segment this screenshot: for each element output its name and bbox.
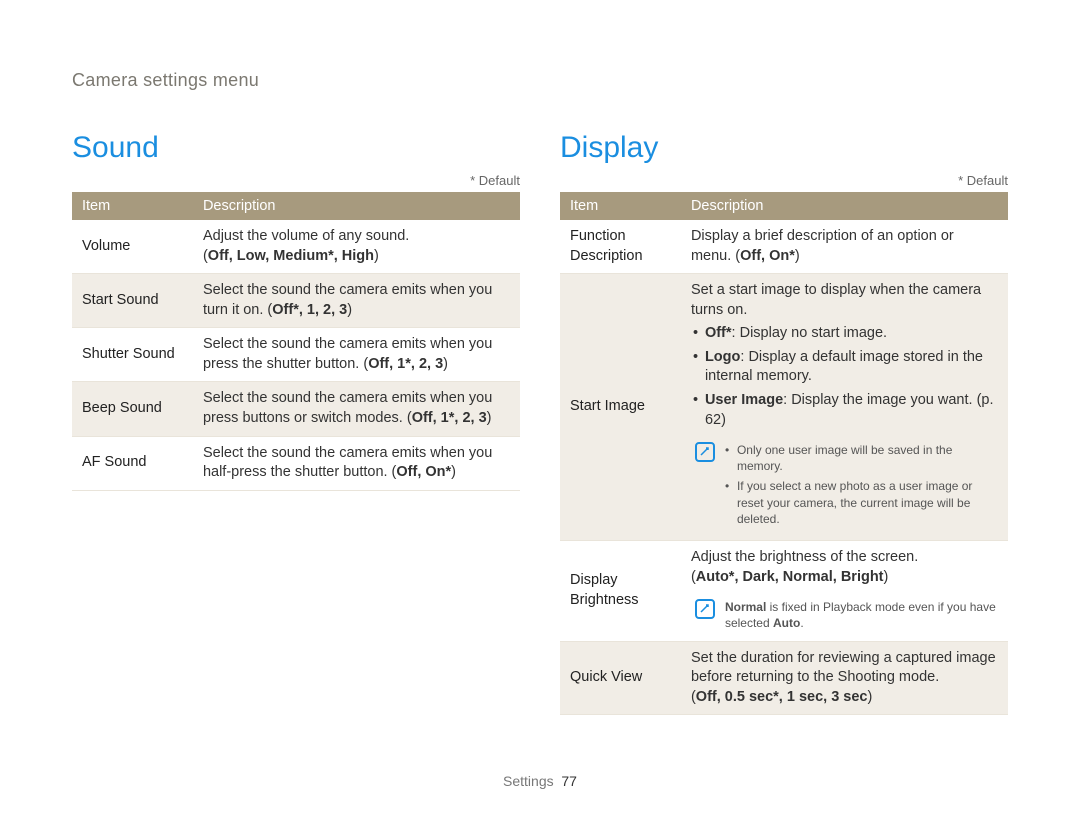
options: Off, 0.5 sec*, 1 sec, 3 sec	[696, 689, 868, 705]
display-column: Display * Default Item Description Funct…	[560, 131, 1008, 715]
note-text: is fixed in Playback mode even if you ha…	[725, 600, 996, 630]
table-row: Start Image Set a start image to display…	[560, 274, 1008, 541]
note-item: Only one user image will be saved in the…	[725, 442, 998, 474]
note-bold: Normal	[725, 600, 766, 614]
note-text: .	[800, 616, 803, 630]
display-table: Item Description Function Description Di…	[560, 192, 1008, 715]
note-item: If you select a new photo as a user imag…	[725, 478, 998, 527]
item-label: Quick View	[560, 641, 681, 715]
desc-text: Display a brief description of an option…	[691, 228, 954, 264]
item-label: Volume	[72, 220, 193, 274]
option-label: User Image	[705, 392, 783, 408]
opts-close: )	[884, 569, 889, 585]
item-label: Function Description	[560, 220, 681, 274]
item-desc: Set the duration for reviewing a capture…	[681, 641, 1008, 715]
item-desc: Adjust the brightness of the screen. (Au…	[681, 541, 1008, 642]
table-row: Function Description Display a brief des…	[560, 220, 1008, 274]
default-note-left: * Default	[72, 173, 520, 188]
sound-table: Item Description Volume Adjust the volum…	[72, 192, 520, 491]
display-heading: Display	[560, 131, 1008, 165]
options: Off, Low, Medium*, High	[208, 248, 374, 264]
item-label: Start Image	[560, 274, 681, 541]
note-icon	[695, 599, 715, 619]
table-row: Display Brightness Adjust the brightness…	[560, 541, 1008, 642]
opts-close: )	[487, 410, 492, 426]
sound-column: Sound * Default Item Description Volume …	[72, 131, 520, 715]
opts-close: )	[795, 248, 800, 264]
col-header-desc: Description	[681, 192, 1008, 220]
table-row: AF Sound Select the sound the camera emi…	[72, 436, 520, 490]
note-icon	[695, 442, 715, 462]
item-desc: Select the sound the camera emits when y…	[193, 274, 520, 328]
col-header-item: Item	[72, 192, 193, 220]
table-row: Shutter Sound Select the sound the camer…	[72, 328, 520, 382]
item-desc: Display a brief description of an option…	[681, 220, 1008, 274]
col-header-desc: Description	[193, 192, 520, 220]
option-text: : Display a default image stored in the …	[705, 349, 983, 385]
list-item: Logo: Display a default image stored in …	[691, 348, 998, 387]
opts-close: )	[451, 464, 456, 480]
table-row: Start Sound Select the sound the camera …	[72, 274, 520, 328]
desc-text: Set the duration for reviewing a capture…	[691, 650, 996, 686]
item-label: Display Brightness	[560, 541, 681, 642]
options: Auto*, Dark, Normal, Bright	[696, 569, 884, 585]
item-desc: Select the sound the camera emits when y…	[193, 436, 520, 490]
desc-text: Set a start image to display when the ca…	[691, 282, 981, 318]
table-row: Quick View Set the duration for reviewin…	[560, 641, 1008, 715]
item-label: Start Sound	[72, 274, 193, 328]
content-columns: Sound * Default Item Description Volume …	[72, 131, 1008, 715]
option-label: Logo	[705, 349, 740, 365]
item-desc: Set a start image to display when the ca…	[681, 274, 1008, 541]
item-desc: Select the sound the camera emits when y…	[193, 382, 520, 436]
option-label: Off*	[705, 325, 732, 341]
options: Off, On*	[396, 464, 451, 480]
page-footer: Settings 77	[0, 773, 1080, 789]
default-note-right: * Default	[560, 173, 1008, 188]
note-bold: Auto	[773, 616, 800, 630]
item-label: AF Sound	[72, 436, 193, 490]
item-desc: Adjust the volume of any sound. (Off, Lo…	[193, 220, 520, 274]
start-image-options: Off*: Display no start image. Logo: Disp…	[691, 324, 998, 430]
opts-close: )	[374, 248, 379, 264]
option-text: : Display no start image.	[732, 325, 888, 341]
col-header-item: Item	[560, 192, 681, 220]
table-row: Volume Adjust the volume of any sound. (…	[72, 220, 520, 274]
footer-section: Settings	[503, 773, 554, 789]
breadcrumb: Camera settings menu	[72, 70, 1008, 91]
sound-heading: Sound	[72, 131, 520, 165]
list-item: User Image: Display the image you want. …	[691, 391, 998, 430]
options: Off*, 1, 2, 3	[272, 302, 347, 318]
opts-close: )	[868, 689, 873, 705]
note-content: Only one user image will be saved in the…	[725, 442, 998, 531]
options: Off, On*	[740, 248, 795, 264]
item-label: Beep Sound	[72, 382, 193, 436]
desc-text: Select the sound the camera emits when y…	[203, 336, 492, 372]
item-label: Shutter Sound	[72, 328, 193, 382]
desc-text: Adjust the volume of any sound.	[203, 228, 409, 244]
options: Off, 1*, 2, 3	[412, 410, 487, 426]
opts-close: )	[347, 302, 352, 318]
item-desc: Select the sound the camera emits when y…	[193, 328, 520, 382]
desc-text: Adjust the brightness of the screen.	[691, 549, 918, 565]
note-box: Only one user image will be saved in the…	[691, 438, 998, 533]
opts-close: )	[443, 356, 448, 372]
note-box: Normal is fixed in Playback mode even if…	[691, 595, 998, 633]
page-number: 77	[561, 773, 577, 789]
note-content: Normal is fixed in Playback mode even if…	[725, 599, 998, 631]
table-row: Beep Sound Select the sound the camera e…	[72, 382, 520, 436]
list-item: Off*: Display no start image.	[691, 324, 998, 344]
options: Off, 1*, 2, 3	[368, 356, 443, 372]
